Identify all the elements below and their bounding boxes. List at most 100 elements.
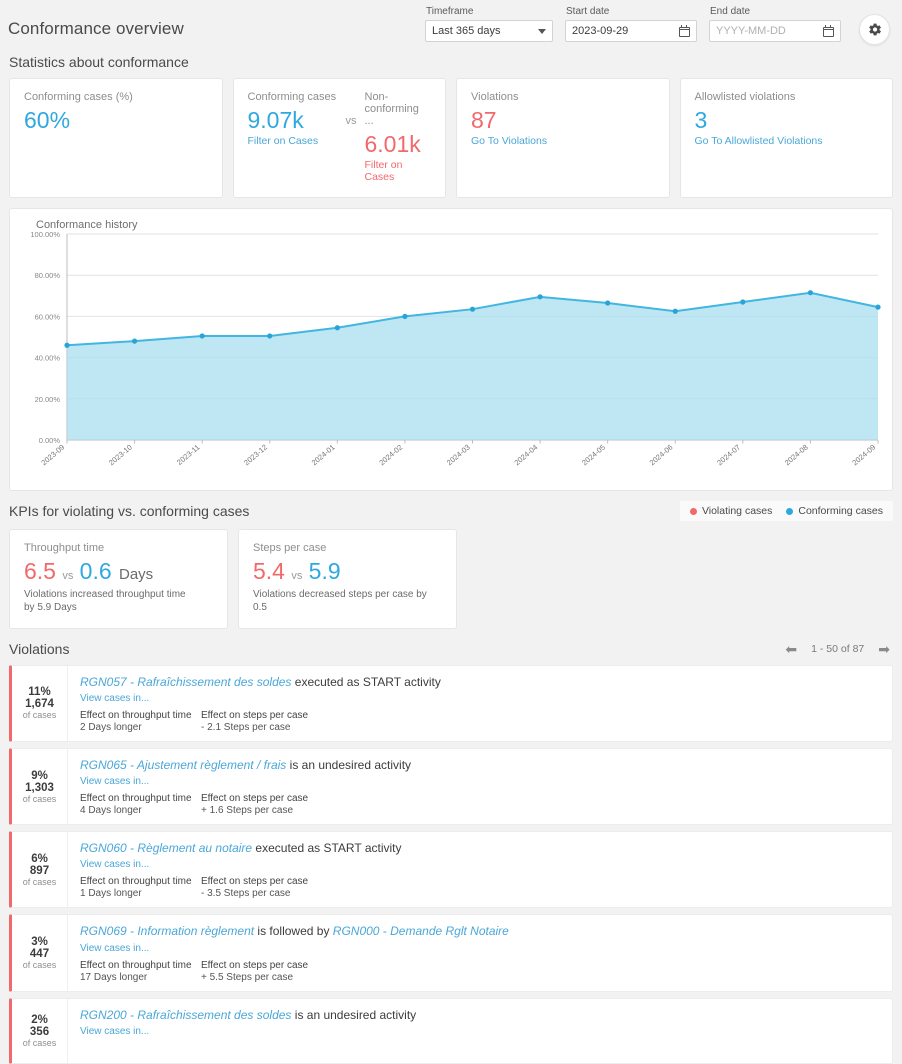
chart-data-point[interactable] (605, 300, 611, 307)
view-cases-link[interactable]: View cases in... (80, 776, 149, 787)
violation-item[interactable]: 6% 897 of cases RGN060 - Règlement au notai… (9, 831, 893, 909)
violation-count: 447 (29, 948, 50, 961)
violations-value: 87 (471, 107, 497, 133)
violation-description: RGN200 - Rafraîchissement des soldes is … (80, 1007, 417, 1022)
violation-rule-primary[interactable]: RGN069 - Information règlement (80, 924, 254, 938)
conforming-cases-block: Conforming cases 9.07k Filter on Cases (248, 91, 338, 183)
view-cases-link[interactable]: View cases in... (80, 859, 149, 870)
non-conforming-cases-label: Non-conforming ... (364, 91, 419, 127)
chart-data-point[interactable] (402, 314, 408, 320)
violation-item[interactable]: 3% 447 of cases RGN069 - Information règlem… (9, 914, 893, 992)
effect-steps: Effect on steps per case - 2.1 Steps per … (201, 710, 308, 733)
violation-stats: 3% 447 of cases (12, 915, 68, 991)
violation-effects: Effect on throughput time 1 Days longer Ef… (80, 876, 880, 899)
end-date-label: End date (710, 6, 751, 17)
start-date-input[interactable]: 2023-09-29 (565, 20, 697, 42)
chart-data-point[interactable] (740, 299, 746, 306)
violation-rule-primary[interactable]: RGN065 - Ajustement règlement / frais (80, 758, 286, 772)
steps-per-case-label: Steps per case (253, 542, 327, 555)
violation-of-cases-label: of cases (22, 1037, 57, 1048)
card-conforming-percent: Conforming cases (%) 60% (9, 78, 223, 199)
throughput-unit: Days (119, 566, 154, 584)
x-axis-tick-label: 2024-08 (783, 443, 810, 468)
violation-details: RGN065 - Ajustement règlement / frais is… (68, 749, 892, 824)
legend-dot-violating (689, 507, 697, 515)
card-steps-per-case: Steps per case 5.4 vs 5.9 Violations dec… (238, 529, 457, 629)
chart-data-point[interactable] (537, 294, 543, 300)
effect-throughput: Effect on throughput time 4 Days longer (80, 793, 201, 816)
effect-steps: Effect on steps per case + 5.5 Steps per … (201, 960, 308, 983)
arrow-left-icon[interactable]: ⬅ (785, 642, 797, 656)
chart-data-point[interactable] (131, 338, 138, 345)
chart-data-point[interactable] (807, 290, 814, 296)
top-bar: Conformance overview Timeframe Last 365 … (0, 0, 902, 48)
violation-item[interactable]: 11% 1,674 of cases RGN057 - Rafraîchissemen… (9, 664, 893, 743)
view-cases-link[interactable]: View cases in... (80, 1026, 149, 1037)
chart-data-point[interactable] (199, 333, 205, 340)
violation-rule-primary[interactable]: RGN057 - Rafraîchissement des soldes (80, 675, 291, 689)
view-cases-link[interactable]: View cases in... (80, 943, 149, 954)
calendar-icon[interactable] (823, 25, 834, 37)
violation-item[interactable]: 9% 1,303 of cases RGN065 - Ajustement règle… (9, 748, 893, 826)
statistics-cards-row: Conforming cases (%) 60% Conforming case… (0, 78, 902, 199)
kpis-header: KPIs for violating vs. conforming cases … (0, 491, 902, 529)
violation-rule-primary[interactable]: RGN060 - Règlement au notaire (80, 841, 252, 855)
conformance-history-plot: 0.00% 20.00% 40.00% 60.00% 80.00% 100.00% 2023… (10, 209, 892, 490)
conformance-history-chart-card: Conformance history 0.00% 20.00% 40.00% 60.… (9, 208, 893, 492)
conforming-cases-filter-link[interactable]: Filter on Cases (248, 135, 338, 147)
go-to-allowlisted-violations-link[interactable]: Go To Allowlisted Violations (695, 135, 879, 147)
chevron-down-icon (538, 28, 546, 34)
legend-item-conforming: Conforming cases (786, 505, 883, 517)
chart-data-point[interactable] (469, 307, 476, 313)
effect-throughput-header: Effect on throughput time (80, 710, 192, 722)
x-axis-tick-label: 2024-04 (512, 443, 539, 468)
kpis-legend: Violating cases Conforming cases (679, 501, 893, 522)
violation-rule-primary[interactable]: RGN200 - Rafraîchissement des soldes (80, 1008, 291, 1022)
card-conforming-vs-nonconforming: Conforming cases 9.07k Filter on Cases v… (232, 78, 446, 199)
effect-throughput-value: 17 Days longer (80, 971, 148, 983)
violations-section-title: Violations (9, 640, 70, 657)
conforming-percent-label: Conforming cases (%) (24, 91, 133, 103)
violation-of-cases-label: of cases (22, 793, 57, 804)
violations-label: Violations (471, 91, 519, 103)
chart-data-point[interactable] (267, 333, 273, 340)
chart-data-point[interactable] (875, 304, 881, 311)
effect-throughput-value: 2 Days longer (80, 722, 142, 734)
throughput-time-values: 6.5 vs 0.6 Days (24, 558, 213, 584)
violation-stats: 9% 1,303 of cases (12, 749, 68, 825)
end-date-placeholder: YYYY-MM-DD (716, 25, 786, 37)
vs-separator: vs (345, 115, 357, 127)
view-cases-link[interactable]: View cases in... (80, 693, 149, 704)
arrow-right-icon[interactable]: ➡ (878, 642, 890, 656)
violation-count: 1,303 (25, 781, 54, 794)
timeframe-label: Timeframe (426, 6, 474, 17)
violation-details: RGN060 - Règlement au notaire executed a… (68, 832, 892, 907)
non-conforming-cases-filter-link[interactable]: Filter on Cases (365, 159, 432, 183)
violation-details: RGN200 - Rafraîchissement des soldes is … (68, 999, 892, 1063)
violation-rule-secondary[interactable]: RGN000 - Demande Rglt Notaire (333, 924, 509, 938)
violation-percent: 9% (31, 769, 48, 782)
violation-description: RGN065 - Ajustement règlement / frais is… (80, 758, 412, 773)
calendar-icon[interactable] (679, 25, 690, 37)
violation-percent: 11% (28, 686, 51, 699)
violation-item[interactable]: 2% 356 of cases RGN200 - Rafraîchissement d… (9, 997, 893, 1064)
chart-data-point[interactable] (64, 343, 70, 349)
kpis-cards-row: Throughput time 6.5 vs 0.6 Days Violatio… (0, 529, 902, 629)
throughput-time-label: Throughput time (24, 542, 105, 555)
violation-of-cases-label: of cases (22, 960, 57, 971)
conforming-percent-value: 60% (24, 107, 71, 133)
chart-data-point[interactable] (672, 309, 678, 315)
go-to-violations-link[interactable]: Go To Violations (471, 135, 655, 147)
timeframe-select[interactable]: Last 365 days (425, 20, 553, 42)
end-date-field: End date YYYY-MM-DD (709, 6, 841, 42)
timeframe-value: Last 365 days (432, 25, 501, 37)
violation-effects: Effect on throughput time 2 Days longer Ef… (80, 710, 880, 733)
effect-steps-header: Effect on steps per case (201, 959, 309, 971)
throughput-violating-value: 6.5 (24, 558, 56, 585)
violation-effects: Effect on throughput time 17 Days longer E… (80, 960, 880, 983)
chart-data-point[interactable] (334, 325, 340, 331)
end-date-input[interactable]: YYYY-MM-DD (709, 20, 841, 42)
violation-of-cases-label: of cases (22, 710, 57, 721)
settings-button[interactable] (859, 14, 890, 45)
effect-steps-value: + 1.6 Steps per case (201, 805, 294, 817)
